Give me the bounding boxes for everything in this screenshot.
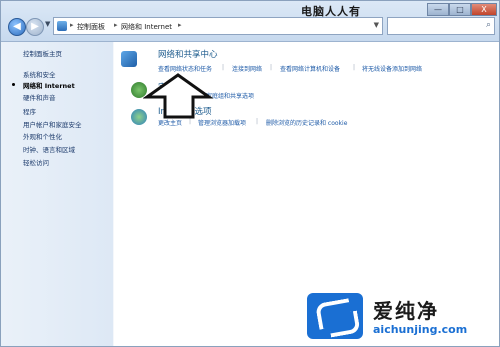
link-add-wireless-device[interactable]: 将无线设备添加到网络	[362, 64, 422, 73]
link-manage-addons[interactable]: 管理浏览器加载项	[198, 118, 246, 127]
category-title-network-sharing[interactable]: 网络和共享中心	[158, 48, 218, 60]
active-bullet-icon	[12, 83, 15, 86]
network-sharing-icon	[121, 51, 137, 67]
sidebar-item-appearance[interactable]: 外观和个性化	[23, 131, 62, 141]
breadcrumb-chevron-icon[interactable]: ▸	[178, 21, 182, 29]
sidebar-item-programs[interactable]: 程序	[23, 106, 36, 116]
link-view-network-status[interactable]: 查看网络状态和任务	[158, 64, 212, 73]
breadcrumb-chevron-icon[interactable]: ▸	[114, 21, 118, 29]
back-arrow-icon[interactable]: ◀	[8, 18, 26, 36]
annotation-arrow-icon	[143, 73, 213, 119]
link-view-network-computers[interactable]: 查看网络计算机和设备	[280, 64, 340, 73]
address-bar[interactable]: ▸ 控制面板 ▸ 网络和 Internet ▸ ▼	[53, 17, 383, 35]
logo-name: 爱纯净	[373, 299, 439, 323]
link-connect-to-network[interactable]: 连接到网络	[232, 64, 262, 73]
minimize-button[interactable]: —	[427, 3, 449, 16]
sidebar-item-network-internet[interactable]: 网络和 Internet	[23, 80, 75, 90]
sidebar-item-user-accounts[interactable]: 用户帐户和家庭安全	[23, 119, 82, 129]
sidebar: 控制面板主页 系统和安全 网络和 Internet 硬件和声音 程序 用户帐户和…	[1, 42, 113, 346]
breadcrumb-chevron-icon[interactable]: ▸	[70, 21, 74, 29]
sidebar-item-hardware-sound[interactable]: 硬件和声音	[23, 92, 56, 102]
link-change-home-page[interactable]: 更改主页	[158, 118, 182, 127]
control-panel-icon	[57, 21, 67, 31]
recent-pages-chevron-icon[interactable]: ▼	[45, 20, 50, 28]
link-delete-browsing-history[interactable]: 删除浏览的历史记录和 cookie	[266, 118, 347, 127]
search-icon[interactable]: ⌕	[486, 20, 491, 30]
control-panel-window: 电脑人人有 — □ X ◀ ▶ ▼ ▸ 控制面板 ▸ 网络和 Internet …	[0, 0, 500, 347]
address-dropdown-icon[interactable]: ▼	[374, 21, 379, 29]
close-button[interactable]: X	[471, 3, 497, 16]
aichunjing-logo-icon	[307, 293, 363, 339]
logo-url: aichunjing.com	[373, 323, 468, 336]
maximize-button[interactable]: □	[449, 3, 471, 16]
sidebar-item-control-panel-home[interactable]: 控制面板主页	[23, 48, 62, 58]
title-bar: 电脑人人有 — □ X ◀ ▶ ▼ ▸ 控制面板 ▸ 网络和 Internet …	[1, 1, 499, 42]
search-input[interactable]: ⌕	[387, 17, 495, 35]
breadcrumb-control-panel[interactable]: 控制面板	[77, 22, 105, 32]
sidebar-item-ease-of-access[interactable]: 轻松访问	[23, 157, 49, 167]
sidebar-item-system-security[interactable]: 系统和安全	[23, 69, 56, 79]
breadcrumb-network-internet[interactable]: 网络和 Internet	[121, 22, 172, 32]
forward-arrow-icon[interactable]: ▶	[26, 18, 44, 36]
sidebar-item-clock-language[interactable]: 时钟、语言和区域	[23, 144, 75, 154]
